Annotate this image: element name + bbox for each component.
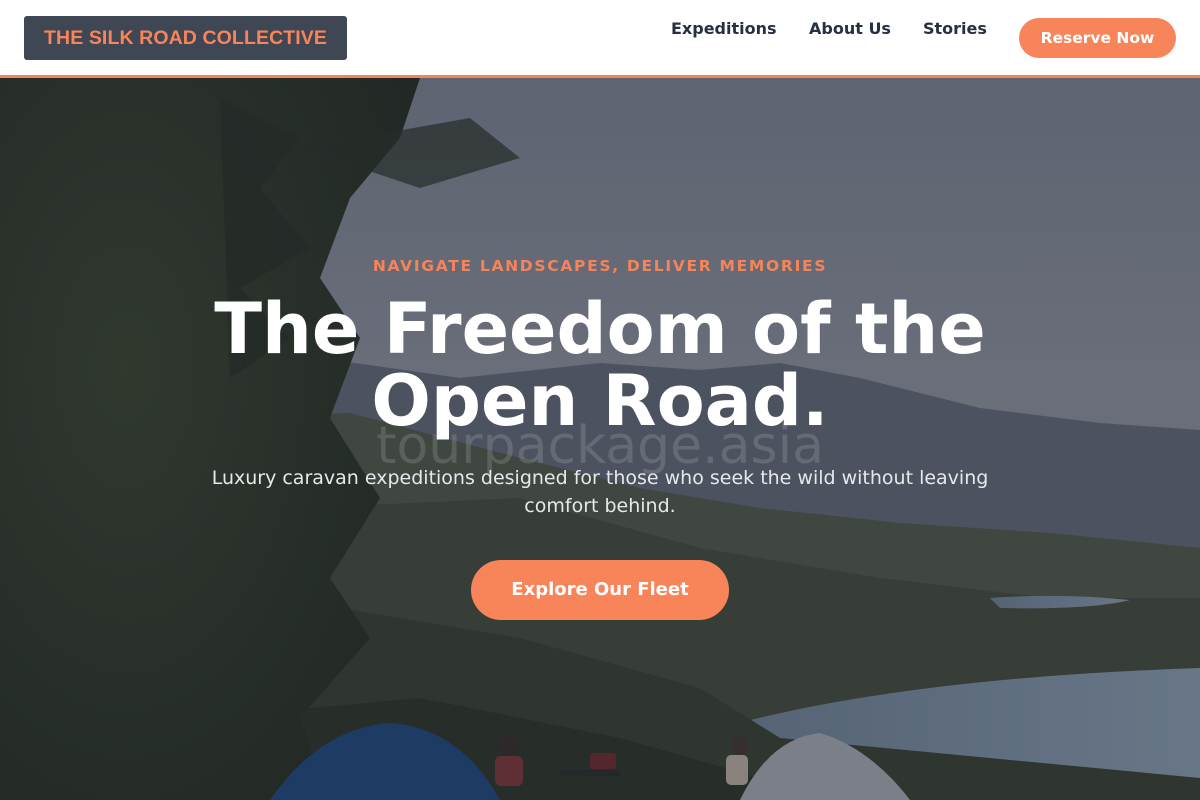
nav-link-about-us[interactable]: About Us (809, 18, 891, 40)
hero-section: NAVIGATE LANDSCAPES, DELIVER MEMORIES Th… (0, 78, 1200, 800)
nav-link-stories[interactable]: Stories (923, 18, 987, 40)
reserve-now-button[interactable]: Reserve Now (1019, 18, 1176, 58)
hero-eyebrow: NAVIGATE LANDSCAPES, DELIVER MEMORIES (372, 257, 828, 275)
nav-link-expeditions[interactable]: Expeditions (671, 18, 777, 40)
site-logo[interactable]: THE SILK ROAD COLLECTIVE (24, 16, 347, 60)
explore-fleet-button[interactable]: Explore Our Fleet (471, 560, 729, 620)
site-header: THE SILK ROAD COLLECTIVE Expeditions Abo… (0, 0, 1200, 78)
hero-subtitle: Luxury caravan expeditions designed for … (211, 467, 989, 517)
